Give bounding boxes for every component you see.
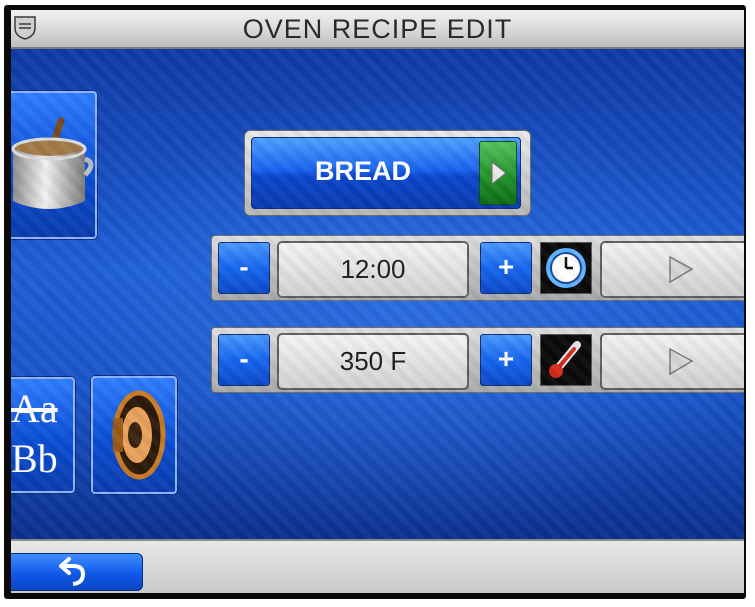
oven-screen: OVEN RECIPE EDIT BREAD - 12:00 + - 350 F… xyxy=(11,10,744,593)
title-bar: OVEN RECIPE EDIT xyxy=(11,10,744,49)
time-row: - 12:00 + xyxy=(211,235,744,301)
temperature-increase-button[interactable]: + xyxy=(480,334,532,386)
recipe-name-button[interactable]: BREAD xyxy=(244,130,531,216)
speaker-icon xyxy=(112,390,166,480)
clock-icon-box xyxy=(540,242,592,294)
main-panel: BREAD - 12:00 + - 350 F + Aa Bb xyxy=(11,49,744,539)
thermometer-icon xyxy=(549,341,581,378)
font-icon-bottom: Bb xyxy=(11,436,58,481)
back-button[interactable] xyxy=(11,553,143,591)
recipe-name: BREAD xyxy=(314,156,411,186)
recipe-image-button[interactable] xyxy=(11,91,97,239)
cooking-pot-icon xyxy=(11,117,94,209)
temperature-decrease-button[interactable]: - xyxy=(218,334,270,386)
font-icon-top: Aa xyxy=(11,386,58,431)
time-next-button[interactable] xyxy=(600,241,744,298)
temperature-next-button[interactable] xyxy=(600,333,744,390)
page-title: OVEN RECIPE EDIT xyxy=(242,14,513,44)
bottom-bar xyxy=(11,539,744,593)
thermometer-icon-box xyxy=(540,334,592,386)
time-value[interactable]: 12:00 xyxy=(277,241,469,298)
sound-button[interactable] xyxy=(91,376,177,494)
play-right-icon xyxy=(491,160,507,186)
recipe-next-button[interactable] xyxy=(479,141,517,205)
temperature-value[interactable]: 350 F xyxy=(277,333,469,390)
clock-icon xyxy=(546,248,586,288)
time-increase-button[interactable]: + xyxy=(480,242,532,294)
back-arrow-icon xyxy=(59,557,86,586)
recipe-name-panel: BREAD xyxy=(251,137,521,209)
device-frame: OVEN RECIPE EDIT BREAD - 12:00 + - 350 F… xyxy=(0,0,755,607)
play-right-icon xyxy=(669,255,694,284)
font-button[interactable]: Aa Bb xyxy=(11,377,75,493)
temperature-row: - 350 F + xyxy=(211,327,744,393)
time-decrease-button[interactable]: - xyxy=(218,242,270,294)
play-right-icon xyxy=(669,347,694,376)
